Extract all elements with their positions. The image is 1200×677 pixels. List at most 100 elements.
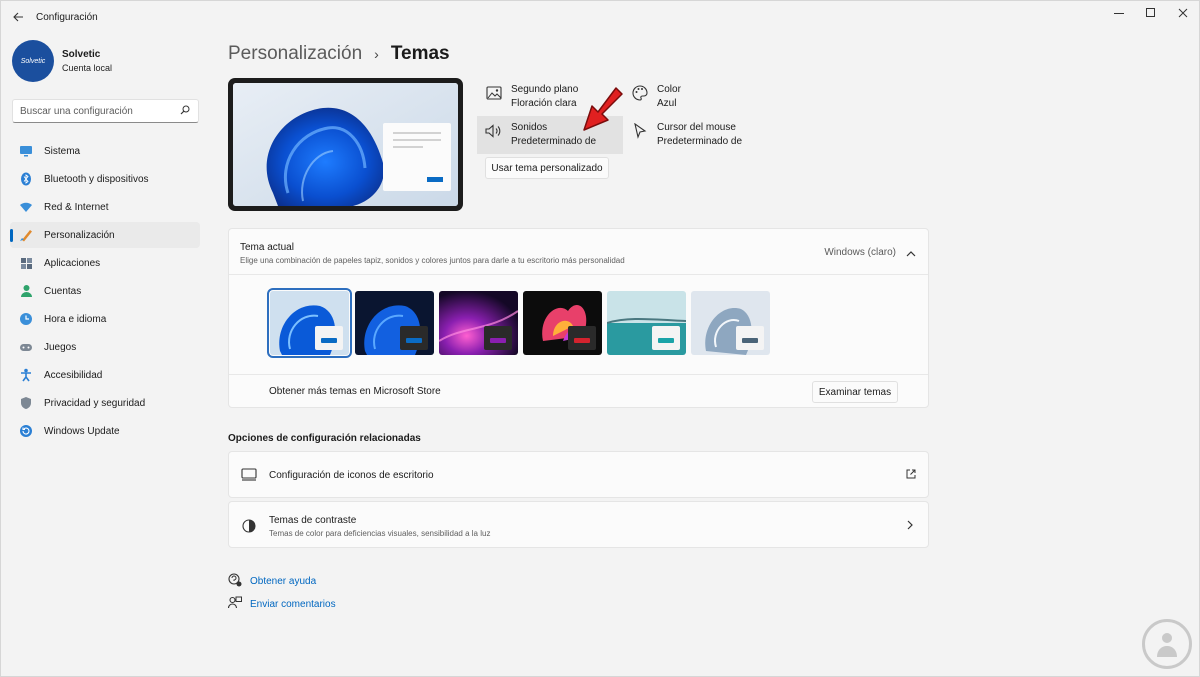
sidebar-item-bluetooth[interactable]: Bluetooth y dispositivos <box>10 166 200 192</box>
sidebar-item-juegos[interactable]: Juegos <box>10 334 200 360</box>
theme-thumbnail-windows-dark[interactable] <box>355 291 434 355</box>
desktop-icons-label: Configuración de iconos de escritorio <box>269 470 434 481</box>
sidebar-item-privacidad[interactable]: Privacidad y seguridad <box>10 390 200 416</box>
sounds-value: Predeterminado de <box>511 136 597 147</box>
update-icon <box>18 423 34 439</box>
chevron-right-icon <box>907 520 914 533</box>
background-title: Segundo plano <box>511 84 579 95</box>
contrast-icon <box>242 519 256 536</box>
avatar: Solvetic <box>12 40 54 82</box>
browse-themes-button[interactable]: Examinar temas <box>812 381 898 403</box>
user-profile[interactable]: Solvetic Solvetic Cuenta local <box>12 40 112 82</box>
theme-preview <box>228 78 463 211</box>
contrast-themes-title: Temas de contraste <box>269 515 357 526</box>
sidebar-item-cuentas[interactable]: Cuentas <box>10 278 200 304</box>
globe-clock-icon <box>18 311 34 327</box>
gamepad-icon <box>18 339 34 355</box>
chevron-up-icon[interactable] <box>906 248 916 260</box>
sidebar-item-label: Juegos <box>44 341 77 353</box>
theme-mini-window <box>484 326 512 350</box>
monitor-icon <box>18 143 34 159</box>
search-box <box>12 99 199 123</box>
theme-preview-wallpaper <box>233 83 458 206</box>
use-custom-theme-button[interactable]: Usar tema personalizado <box>485 157 609 179</box>
sidebar-item-label: Bluetooth y dispositivos <box>44 173 149 185</box>
store-row: Obtener más temas en Microsoft Store Exa… <box>229 374 928 408</box>
search-input[interactable] <box>13 100 173 122</box>
theme-mini-window <box>652 326 680 350</box>
theme-thumbnail-captured-motion[interactable] <box>523 291 602 355</box>
cursor-setting[interactable]: Cursor del mouse Predeterminado de <box>623 116 769 153</box>
desktop-icons-row[interactable]: Configuración de iconos de escritorio <box>228 451 929 498</box>
theme-mini-window <box>736 326 764 350</box>
contrast-themes-subtitle: Temas de color para deficiencias visuale… <box>269 529 491 538</box>
cursor-title: Cursor del mouse <box>657 122 736 133</box>
theme-accent-swatch <box>321 338 337 343</box>
send-feedback-link[interactable]: Enviar comentarios <box>250 599 336 610</box>
app-title: Configuración <box>36 12 98 23</box>
profile-account-type: Cuenta local <box>62 63 113 73</box>
brush-icon <box>18 227 34 243</box>
sidebar-item-personalizacion[interactable]: Personalización <box>10 222 200 248</box>
desktop-icon <box>241 468 257 484</box>
current-theme-header[interactable]: Tema actual Elige una combinación de pap… <box>229 229 928 275</box>
background-value: Floración clara <box>511 98 577 109</box>
sidebar-item-label: Sistema <box>44 145 81 157</box>
palette-icon <box>631 84 649 102</box>
person-icon <box>18 283 34 299</box>
help-icon <box>228 573 242 590</box>
red-arrow-annotation <box>583 87 623 131</box>
theme-thumbnail-flow[interactable] <box>691 291 770 355</box>
sidebar-item-hora[interactable]: Hora e idioma <box>10 306 200 332</box>
theme-mini-window <box>568 326 596 350</box>
wifi-icon <box>18 199 34 215</box>
maximize-icon <box>1146 8 1155 17</box>
avatar-label: Solvetic <box>20 57 46 65</box>
current-theme-subtitle: Elige una combinación de papeles tapiz, … <box>240 256 625 265</box>
theme-thumbnail-glow[interactable] <box>439 291 518 355</box>
breadcrumb-separator: › <box>374 46 379 62</box>
sidebar-item-label: Windows Update <box>44 425 120 437</box>
title-bar: Configuración <box>0 0 1200 34</box>
bluetooth-icon <box>18 171 34 187</box>
theme-accent-swatch <box>742 338 758 343</box>
current-theme-title: Tema actual <box>240 242 294 253</box>
sidebar-item-aplicaciones[interactable]: Aplicaciones <box>10 250 200 276</box>
color-setting[interactable]: Color Azul <box>623 78 769 115</box>
theme-accent-swatch <box>406 338 422 343</box>
close-icon <box>1178 8 1188 18</box>
sidebar-item-accesibilidad[interactable]: Accesibilidad <box>10 362 200 388</box>
open-external-icon <box>906 469 916 482</box>
theme-thumbnail-windows-light[interactable] <box>267 288 352 358</box>
sidebar-item-sistema[interactable]: Sistema <box>10 138 200 164</box>
sidebar-item-label: Red & Internet <box>44 201 109 213</box>
sidebar-item-label: Aplicaciones <box>44 257 101 269</box>
theme-thumbnail-sunrise[interactable] <box>607 291 686 355</box>
theme-accent-swatch <box>490 338 506 343</box>
search-icon[interactable] <box>180 105 190 118</box>
back-button[interactable] <box>8 8 28 26</box>
minimize-icon <box>1114 13 1124 14</box>
sidebar-item-label: Hora e idioma <box>44 313 107 325</box>
sidebar-item-red[interactable]: Red & Internet <box>10 194 200 220</box>
get-help-row: Obtener ayuda <box>228 573 316 590</box>
theme-accent-swatch <box>658 338 674 343</box>
get-help-link[interactable]: Obtener ayuda <box>250 576 316 587</box>
related-settings-title: Opciones de configuración relacionadas <box>228 433 421 444</box>
arrow-left-icon <box>12 12 23 22</box>
maximize-button[interactable] <box>1134 4 1168 22</box>
cursor-value: Predeterminado de <box>657 136 743 147</box>
breadcrumb: Personalización › Temas <box>228 43 450 65</box>
theme-mini-window <box>315 326 343 350</box>
feedback-icon <box>227 596 242 613</box>
cursor-icon <box>631 122 649 140</box>
sidebar-item-label: Privacidad y seguridad <box>44 397 146 409</box>
shield-icon <box>18 395 34 411</box>
minimize-button[interactable] <box>1102 4 1136 22</box>
sidebar-item-windows-update[interactable]: Windows Update <box>10 418 200 444</box>
contrast-themes-row[interactable]: Temas de contraste Temas de color para d… <box>228 501 929 548</box>
close-button[interactable] <box>1166 4 1200 22</box>
breadcrumb-parent[interactable]: Personalización <box>228 43 362 65</box>
current-theme-value: Windows (claro) <box>824 247 896 258</box>
theme-accent-swatch <box>574 338 590 343</box>
